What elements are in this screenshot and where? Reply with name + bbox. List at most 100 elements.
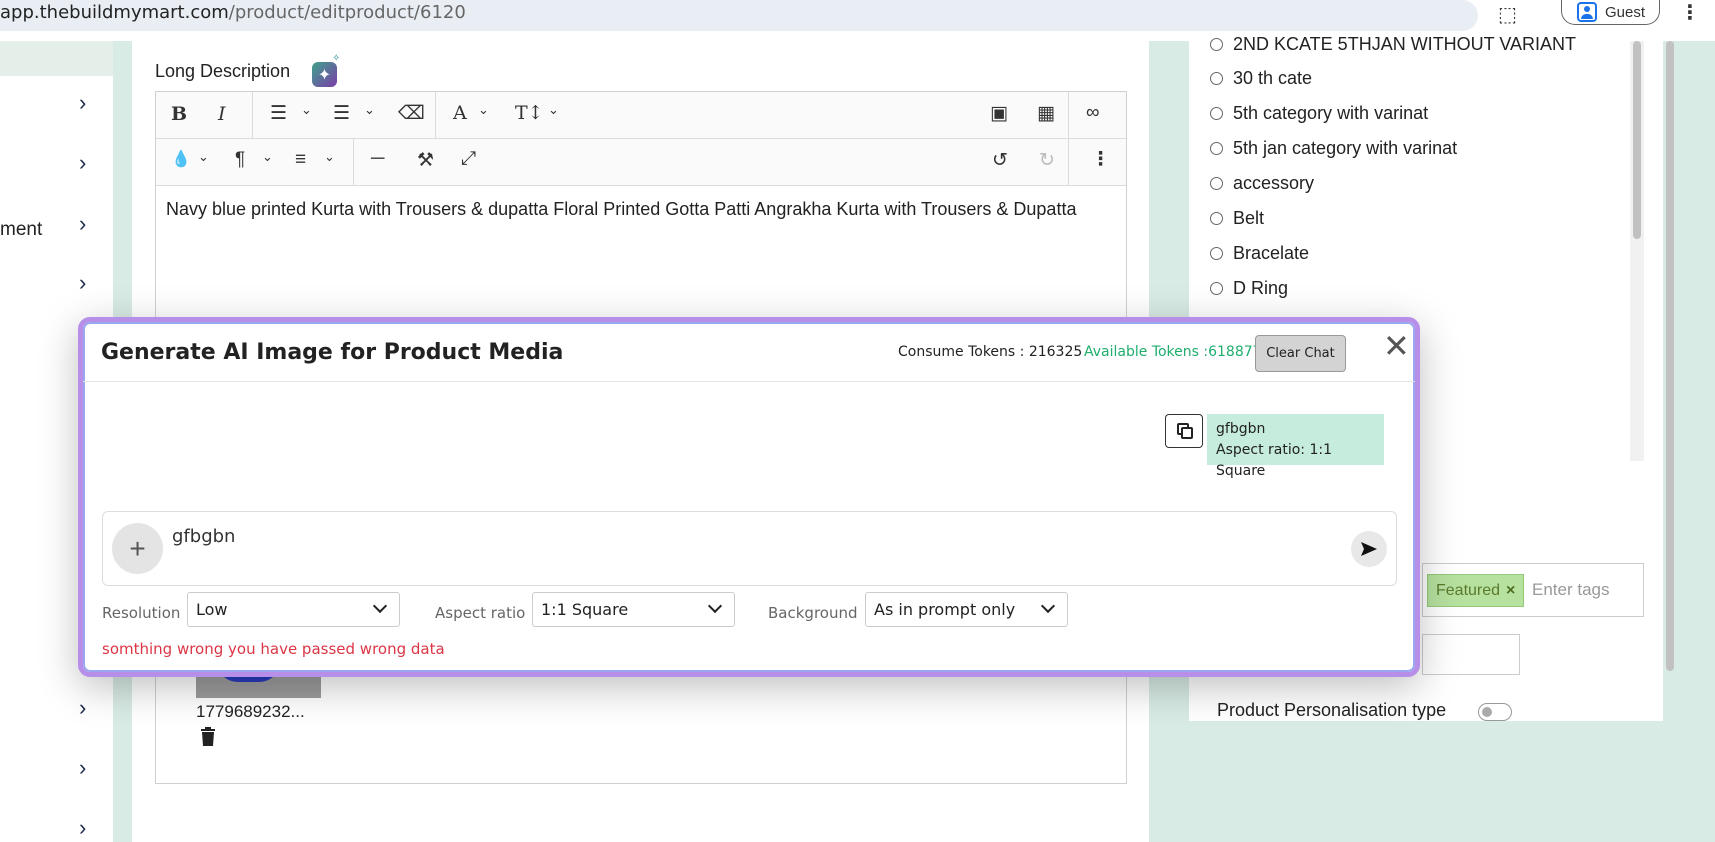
category-option[interactable]: accessory: [1210, 173, 1314, 194]
prompt-input-box[interactable]: + gfbgbn: [102, 511, 1397, 586]
personalisation-toggle[interactable]: [1478, 703, 1512, 721]
radio-icon[interactable]: [1210, 142, 1223, 155]
chevron-right-icon[interactable]: ›: [79, 211, 86, 237]
browser-menu-icon[interactable]: ⋮: [1680, 0, 1700, 25]
plus-icon[interactable]: +: [112, 523, 163, 574]
bullet-list-icon[interactable]: ☰: [270, 102, 287, 125]
category-option[interactable]: D Ring: [1210, 278, 1288, 299]
category-option[interactable]: 2ND KCATE 5THJAN WITHOUT VARIANT: [1210, 34, 1576, 55]
align-icon[interactable]: ≡: [295, 149, 306, 171]
tags-input-box[interactable]: Featured × Enter tags: [1422, 563, 1644, 617]
tag-remove-icon[interactable]: ×: [1506, 582, 1515, 600]
radio-icon[interactable]: [1210, 212, 1223, 225]
radio-icon[interactable]: [1210, 282, 1223, 295]
profile-button[interactable]: Guest: [1561, 0, 1660, 25]
chevron-down-icon[interactable]: ⌄: [301, 102, 312, 118]
chevron-down-icon[interactable]: ⌄: [478, 102, 489, 118]
eraser-icon[interactable]: ⌫: [398, 102, 425, 125]
ai-image-modal: Generate AI Image for Product Media Cons…: [78, 317, 1420, 677]
resolution-select[interactable]: Low: [187, 592, 400, 627]
radio-icon[interactable]: [1210, 177, 1223, 190]
trash-icon[interactable]: [200, 727, 216, 747]
font-family-icon[interactable]: A: [453, 102, 467, 124]
category-option[interactable]: 5th jan category with varinat: [1210, 138, 1457, 159]
insert-link-icon[interactable]: ∞: [1086, 102, 1100, 124]
background-label: Background: [768, 604, 858, 622]
address-bar[interactable]: app.thebuildmymart.com/product/editprodu…: [0, 0, 1478, 31]
chevron-down-icon[interactable]: ⌄: [198, 149, 209, 165]
category-label: accessory: [1233, 173, 1315, 193]
italic-icon[interactable]: I: [218, 103, 226, 125]
fullscreen-icon[interactable]: ⤢: [461, 148, 476, 170]
chevron-right-icon[interactable]: ›: [79, 270, 86, 296]
sidebar-item-label[interactable]: ment: [0, 219, 42, 241]
close-icon[interactable]: ✕: [1383, 330, 1410, 362]
chevron-down-icon[interactable]: ⌄: [262, 149, 273, 165]
text-field[interactable]: [1422, 634, 1520, 675]
undo-icon[interactable]: ↺: [992, 149, 1008, 172]
url-domain: app.thebuildmymart.com: [0, 2, 229, 23]
paragraph-icon[interactable]: ¶: [235, 149, 245, 171]
toolbar-divider: [1068, 92, 1069, 139]
horizontal-rule-icon[interactable]: ─: [371, 148, 384, 170]
radio-icon[interactable]: [1210, 107, 1223, 120]
text-color-icon[interactable]: 💧: [171, 149, 191, 169]
chevron-down-icon[interactable]: ⌄: [548, 102, 559, 118]
background-select[interactable]: As in prompt only: [865, 592, 1068, 627]
modal-title: Generate AI Image for Product Media: [101, 340, 564, 365]
category-label: Belt: [1233, 208, 1265, 228]
screen-search-icon[interactable]: ⬚: [1498, 2, 1517, 27]
chevron-down-icon: [372, 598, 388, 614]
tag-chip-label: Featured: [1436, 581, 1501, 599]
chevron-right-icon[interactable]: ›: [79, 150, 86, 176]
format-painter-icon[interactable]: ⚒: [417, 149, 434, 172]
chevron-right-icon[interactable]: ›: [79, 90, 86, 116]
category-scrollbar-thumb[interactable]: [1633, 41, 1641, 239]
modal-divider: [83, 381, 1415, 382]
radio-icon[interactable]: [1210, 72, 1223, 85]
page-scrollbar-thumb[interactable]: [1666, 41, 1674, 671]
chevron-right-icon[interactable]: ›: [79, 695, 86, 721]
toolbar-divider: [435, 92, 436, 139]
chevron-down-icon[interactable]: ⌄: [324, 149, 335, 165]
aspect-ratio-select[interactable]: 1:1 Square: [532, 592, 735, 627]
category-label: D Ring: [1233, 278, 1289, 298]
resolution-value: Low: [196, 600, 228, 619]
category-label: 5th category with varinat: [1233, 103, 1429, 123]
category-option[interactable]: Bracelate: [1210, 243, 1309, 264]
prompt-input[interactable]: gfbgbn: [172, 526, 235, 547]
send-button[interactable]: [1351, 531, 1387, 567]
category-label: 30 th cate: [1233, 68, 1313, 88]
font-size-icon[interactable]: T↕: [515, 102, 544, 124]
url-path: /product/editproduct/6120: [228, 2, 466, 23]
send-icon: [1361, 542, 1377, 556]
copy-button[interactable]: [1165, 414, 1203, 448]
chevron-down-icon: [1040, 598, 1056, 614]
radio-icon[interactable]: [1210, 38, 1223, 51]
insert-table-icon[interactable]: ▦: [1037, 102, 1055, 125]
aspect-ratio-label: Aspect ratio: [435, 604, 526, 622]
numbered-list-icon[interactable]: ☰: [333, 102, 350, 125]
editor-toolbar-row-2: 💧 ⌄ ¶ ⌄ ≡ ⌄ ─ ⚒ ⤢ ↺ ↻ ⋮: [156, 139, 1126, 186]
radio-icon[interactable]: [1210, 247, 1223, 260]
editor-toolbar-row-1: B I ☰ ⌄ ☰ ⌄ ⌫ A ⌄ T↕ ⌄ ▣ ▦ ∞: [156, 92, 1126, 139]
sidebar-active-item[interactable]: [0, 41, 113, 76]
sparkle-icon: ✧: [332, 53, 341, 64]
tags-input-placeholder[interactable]: Enter tags: [1532, 580, 1610, 600]
more-options-icon[interactable]: ⋮: [1091, 148, 1110, 171]
redo-icon[interactable]: ↻: [1039, 149, 1055, 172]
chevron-right-icon[interactable]: ›: [79, 755, 86, 781]
category-option[interactable]: 30 th cate: [1210, 68, 1312, 89]
category-option[interactable]: Belt: [1210, 208, 1264, 229]
editor-content[interactable]: Navy blue printed Kurta with Trousers & …: [166, 197, 1116, 222]
ai-sparkle-button[interactable]: ✦: [312, 62, 337, 87]
insert-image-icon[interactable]: ▣: [990, 102, 1008, 125]
chevron-down-icon[interactable]: ⌄: [364, 102, 375, 118]
category-option[interactable]: 5th category with varinat: [1210, 103, 1428, 124]
personalisation-label: Product Personalisation type: [1217, 700, 1447, 720]
clear-chat-button[interactable]: Clear Chat: [1255, 335, 1346, 372]
category-label: 2ND KCATE 5THJAN WITHOUT VARIANT: [1233, 34, 1577, 54]
bold-icon[interactable]: B: [171, 103, 187, 125]
chevron-right-icon[interactable]: ›: [79, 815, 86, 841]
category-label: 5th jan category with varinat: [1233, 138, 1458, 158]
